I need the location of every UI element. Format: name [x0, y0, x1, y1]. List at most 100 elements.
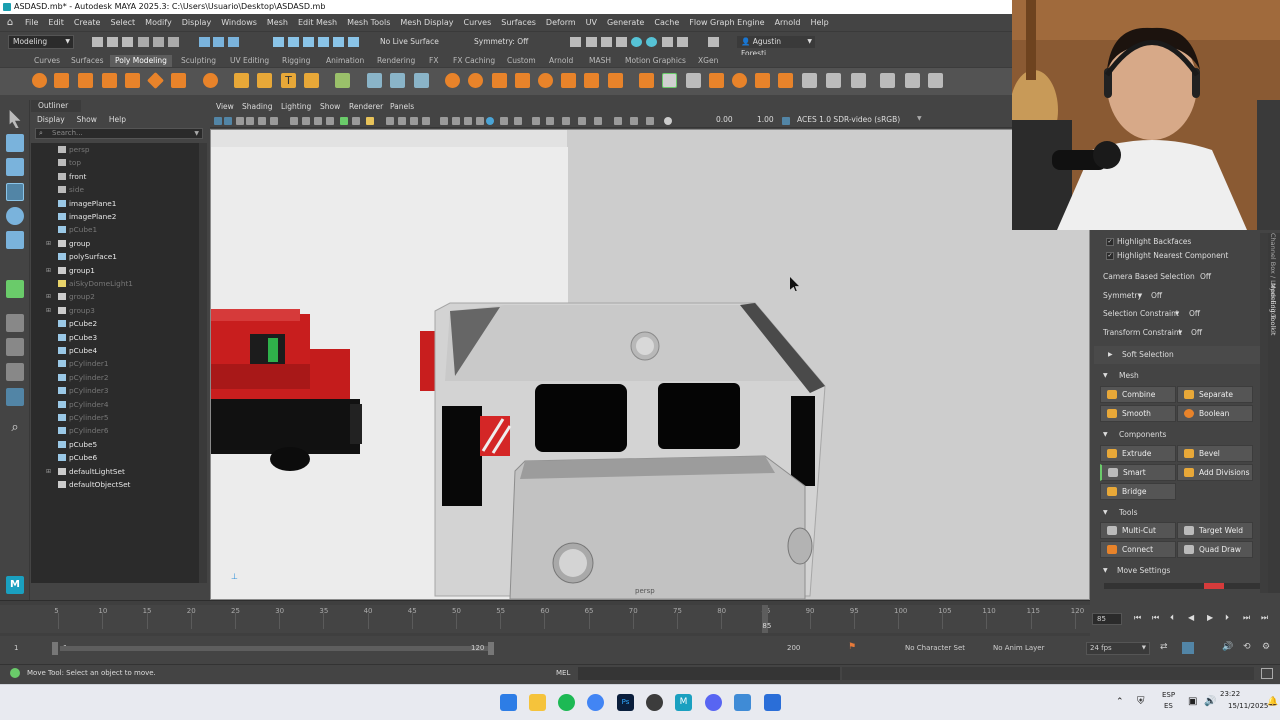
outliner-item[interactable]: ⊞ group: [31, 237, 199, 250]
toolkit-scrollbar[interactable]: [1260, 233, 1268, 593]
outliner-item[interactable]: pCylinder1: [31, 357, 199, 370]
shelf-tab-uv-editing[interactable]: UV Editing: [230, 55, 269, 67]
color-management-icon[interactable]: [782, 117, 790, 125]
fullscreen-icon[interactable]: [646, 117, 654, 125]
chevron-down-icon[interactable]: ▼: [917, 115, 922, 122]
shelf-tab-arnold[interactable]: Arnold: [549, 55, 573, 67]
playback-options-icon[interactable]: [1182, 642, 1194, 654]
outliner-item[interactable]: top: [31, 156, 199, 169]
outliner-menu-display[interactable]: Display: [31, 115, 71, 124]
poly-sphere-icon[interactable]: [32, 73, 47, 88]
conform-icon[interactable]: [802, 73, 817, 88]
expand-icon[interactable]: ⊞: [46, 465, 51, 478]
menu-file[interactable]: File: [20, 14, 43, 31]
menu-edit-mesh[interactable]: Edit Mesh: [293, 14, 342, 31]
resolution-gate-icon[interactable]: [314, 117, 322, 125]
network-icon[interactable]: ▣: [1188, 696, 1197, 707]
shield-icon[interactable]: ⛨: [1137, 696, 1145, 707]
append-polygon-icon[interactable]: [561, 73, 576, 88]
redo-icon[interactable]: [153, 37, 164, 47]
grid-toggle-icon[interactable]: [290, 117, 298, 125]
outliner-scrollbar[interactable]: [199, 143, 207, 583]
render-sequence-icon[interactable]: [662, 37, 673, 47]
cache-icon[interactable]: ⟲: [1243, 642, 1251, 652]
frame-all-icon[interactable]: [614, 117, 622, 125]
target-weld-button[interactable]: Target Weld: [1177, 522, 1253, 539]
shelf-tab-custom[interactable]: Custom: [507, 55, 536, 67]
bookmark-icon[interactable]: [236, 117, 244, 125]
render-frame-icon[interactable]: [586, 37, 597, 47]
camera-based-selection-row[interactable]: Camera Based Selection Off: [1094, 268, 1260, 286]
time-slider[interactable]: 5 10 15 20 25 30 35 40 45 50 55 60 65 70 75 80 85 90 95 100…: [0, 600, 1090, 636]
safe-action-icon[interactable]: [352, 117, 360, 125]
shelf-tab-mash[interactable]: MASH: [589, 55, 611, 67]
select-camera-icon[interactable]: [214, 117, 222, 125]
move-tool-icon[interactable]: [6, 183, 24, 201]
menu-mesh[interactable]: Mesh: [262, 14, 293, 31]
animation-prefs-icon[interactable]: ⚙: [1262, 642, 1270, 652]
go-to-end-icon[interactable]: ⏭: [1261, 613, 1268, 623]
outliner-item[interactable]: pCylinder6: [31, 424, 199, 437]
screen-space-ao-icon[interactable]: [464, 117, 472, 125]
toolkit-horizontal-scrollbar[interactable]: [1104, 583, 1260, 589]
outliner-item[interactable]: pCylinder2: [31, 371, 199, 384]
outliner-item[interactable]: pCube3: [31, 331, 199, 344]
select-tool-icon[interactable]: [9, 110, 21, 128]
poly-torus-icon[interactable]: [125, 73, 140, 88]
menu-help[interactable]: Help: [805, 14, 833, 31]
script-editor-icon[interactable]: [1261, 668, 1273, 679]
loop-icon[interactable]: ⇄: [1160, 642, 1168, 652]
merge-vertices-icon[interactable]: [608, 73, 623, 88]
make-live-icon[interactable]: [333, 37, 344, 47]
extrude-button[interactable]: Extrude: [1100, 445, 1176, 462]
paint-app-icon[interactable]: [764, 694, 781, 711]
outliner-item[interactable]: pCube4: [31, 344, 199, 357]
paint-select-tool-icon[interactable]: [6, 158, 24, 176]
live-surface-label[interactable]: No Live Surface: [380, 37, 439, 46]
poly-disc-icon[interactable]: [171, 73, 186, 88]
wireframe-icon[interactable]: [386, 117, 394, 125]
anti-aliasing-icon[interactable]: [486, 117, 494, 125]
viewport-menu-view[interactable]: View: [216, 100, 234, 114]
current-frame-field[interactable]: 85: [1092, 613, 1122, 625]
single-perspective-layout-icon[interactable]: [6, 314, 24, 332]
home-icon[interactable]: ⌂: [0, 17, 20, 28]
quad-draw-button[interactable]: Quad Draw: [1177, 541, 1253, 558]
connect-button[interactable]: Connect: [1100, 541, 1176, 558]
smooth-button[interactable]: Smooth: [1100, 405, 1176, 422]
search-icon[interactable]: ⌕: [6, 420, 24, 438]
offset-edge-loop-icon[interactable]: [709, 73, 724, 88]
animation-start-field[interactable]: 1: [14, 644, 18, 652]
components-section-header[interactable]: ▼ Components: [1094, 426, 1260, 444]
gate-mask-icon[interactable]: [326, 117, 334, 125]
outliner-layout-icon[interactable]: [6, 388, 24, 406]
select-by-object-icon[interactable]: [213, 37, 224, 47]
anim-layer-dropdown[interactable]: No Anim Layer: [993, 644, 1044, 652]
chrome-icon[interactable]: [587, 694, 604, 711]
shelf-tab-xgen[interactable]: XGen: [698, 55, 718, 67]
boolean-union-icon[interactable]: [445, 73, 460, 88]
selection-constraint-value[interactable]: Off: [1189, 305, 1200, 323]
clock-date[interactable]: 15/11/2025: [1228, 702, 1268, 710]
checkbox-checked-icon[interactable]: ✓: [1106, 252, 1114, 260]
sculpt-tool-icon[interactable]: [905, 73, 920, 88]
select-by-hierarchy-icon[interactable]: [199, 37, 210, 47]
depth-of-field-icon[interactable]: [500, 117, 508, 125]
poly-plane-icon[interactable]: [147, 72, 164, 89]
discord-icon[interactable]: [705, 694, 722, 711]
outliner-item[interactable]: polySurface1: [31, 250, 199, 263]
textured-icon[interactable]: [422, 117, 430, 125]
viewport-menu-renderer[interactable]: Renderer: [349, 100, 383, 114]
menu-flow-graph-engine[interactable]: Flow Graph Engine: [684, 14, 769, 31]
shelf-tab-rigging[interactable]: Rigging: [282, 55, 310, 67]
snap-to-point-icon[interactable]: [303, 37, 314, 47]
field-chart-icon[interactable]: [340, 117, 348, 125]
viewport-menu-panels[interactable]: Panels: [390, 100, 414, 114]
outliner-item[interactable]: ⊞ group3: [31, 304, 199, 317]
outliner-item[interactable]: pCylinder5: [31, 411, 199, 424]
highlight-nearest-row[interactable]: ✓ Highlight Nearest Component: [1094, 247, 1260, 265]
go-to-start-icon[interactable]: ⏮: [1134, 613, 1141, 623]
bridge-button[interactable]: Bridge: [1100, 483, 1176, 500]
poly-cylinder-icon[interactable]: [78, 73, 93, 88]
multi-cut-button[interactable]: Multi-Cut: [1100, 522, 1176, 539]
